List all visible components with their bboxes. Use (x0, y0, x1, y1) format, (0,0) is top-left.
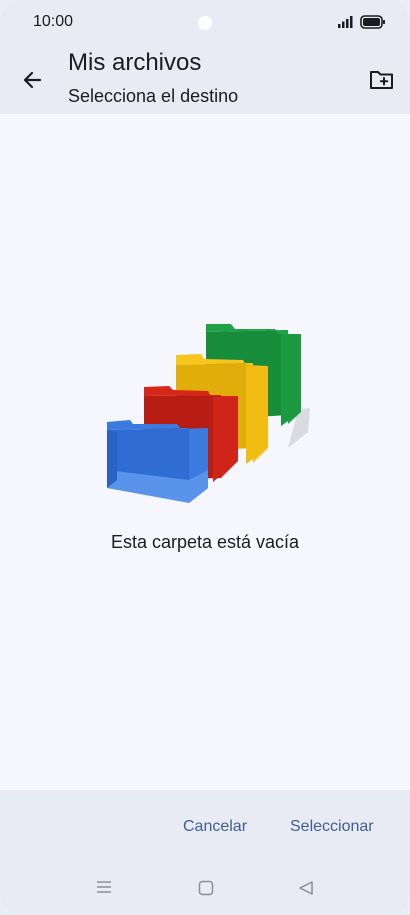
back-button[interactable] (14, 62, 50, 98)
arrow-left-icon (23, 71, 42, 89)
home-icon[interactable] (198, 880, 214, 896)
back-triangle-icon[interactable] (298, 880, 314, 896)
clock: 10:00 (33, 13, 74, 30)
page-title: Mis archivos (68, 49, 202, 76)
select-button[interactable]: Seleccionar (290, 818, 374, 836)
app-bar: Mis archivos Selecciona el destino (0, 44, 410, 114)
status-bar: 10:00 (0, 0, 410, 44)
phone-screen: 10:00 Mis archivos Selecciona el destino (0, 0, 410, 915)
battery-icon (360, 15, 385, 29)
empty-folder-message: Esta carpeta está vacía (110, 532, 300, 552)
new-folder-icon (370, 71, 393, 89)
page-subtitle: Selecciona el destino (68, 86, 239, 106)
cancel-button[interactable]: Cancelar (183, 818, 247, 836)
front-camera (198, 16, 212, 30)
new-folder-button[interactable] (364, 62, 400, 98)
signal-icon (338, 16, 353, 28)
menu-icon[interactable] (96, 880, 112, 894)
empty-folder-illustration (107, 324, 310, 503)
bottom-action-bar: Cancelar Seleccionar (0, 790, 410, 915)
folder-content: Esta carpeta está vacía (0, 114, 410, 790)
